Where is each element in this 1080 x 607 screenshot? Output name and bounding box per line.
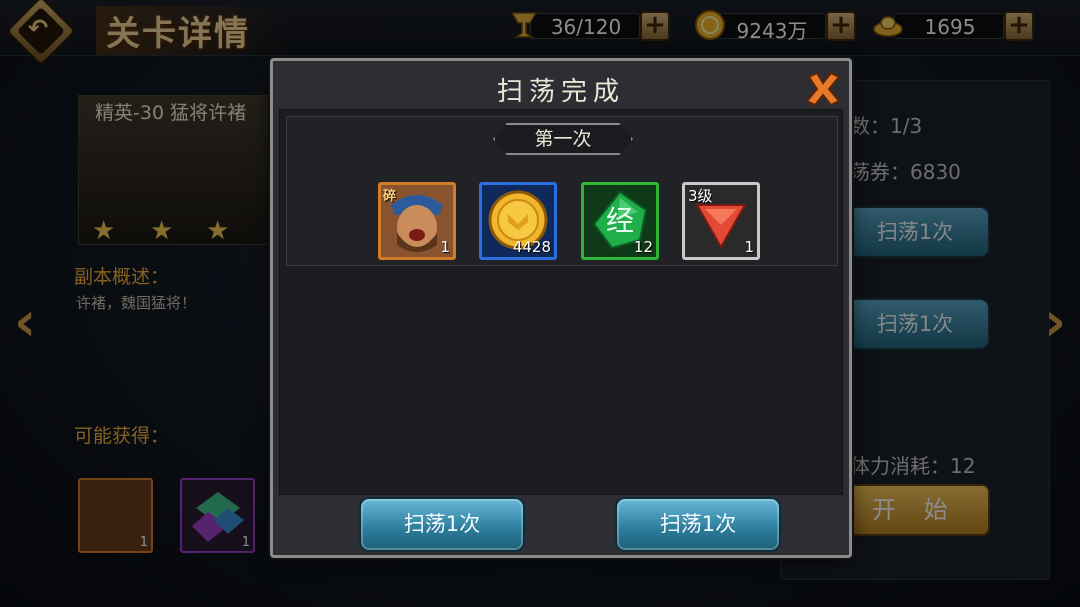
item-count: 4428 — [512, 238, 551, 256]
item-count: 1 — [744, 238, 754, 256]
result-row: 第一次 碎 1 4428 经 12 3级 1 — [286, 116, 838, 266]
dialog-title: 扫荡完成 — [496, 77, 625, 107]
item-count: 1 — [440, 238, 450, 256]
round-label: 第一次 — [493, 123, 633, 155]
sweep-once-button[interactable]: 扫荡1次 — [615, 497, 781, 552]
fragment-tag: 碎 — [383, 189, 397, 204]
gem-level-tag: 3级 — [688, 187, 713, 205]
close-button[interactable] — [803, 69, 843, 109]
sweep-result-dialog: 扫荡完成 第一次 碎 1 4428 经 12 3级 1 扫荡1次 扫荡1次 — [270, 58, 852, 558]
reward-item[interactable]: 碎 1 — [378, 182, 456, 260]
reward-item[interactable]: 3级 1 — [682, 182, 760, 260]
exp-glyph: 经 — [606, 204, 635, 237]
close-icon — [805, 71, 841, 107]
item-count: 12 — [633, 238, 653, 256]
reward-item[interactable]: 经 12 — [581, 182, 659, 260]
sweep-once-button[interactable]: 扫荡1次 — [359, 497, 525, 552]
reward-item[interactable]: 4428 — [479, 182, 557, 260]
results-area: 第一次 碎 1 4428 经 12 3级 1 — [279, 109, 843, 495]
